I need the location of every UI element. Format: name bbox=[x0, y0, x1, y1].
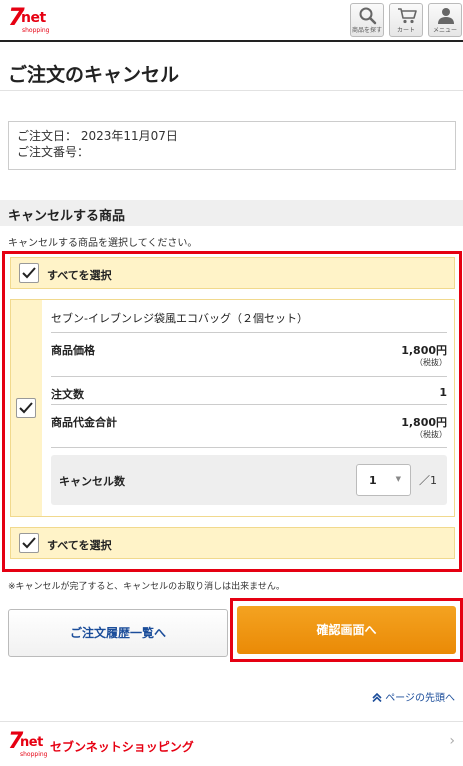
price-label: 商品価格 bbox=[51, 344, 95, 357]
page-title: ご注文のキャンセル bbox=[8, 64, 180, 86]
product-name: セブン-イレブンレジ袋風エコバッグ（２個セット） bbox=[51, 312, 308, 325]
total-row: 商品代金合計 1,800円 （税抜） bbox=[51, 404, 447, 448]
check-icon bbox=[22, 267, 36, 279]
price-value: 1,800円 bbox=[401, 344, 447, 357]
quantity-value: 1 bbox=[439, 386, 447, 399]
check-icon bbox=[22, 537, 36, 549]
select-all-top-label: すべてを選択 bbox=[47, 269, 112, 282]
price-row: 商品価格 1,800円 （税抜） bbox=[51, 332, 447, 376]
menu-button[interactable]: メニュー bbox=[428, 3, 462, 37]
site-logo[interactable]: 7 net shopping bbox=[8, 3, 50, 36]
total-label: 商品代金合計 bbox=[51, 416, 117, 429]
section-heading: キャンセルする商品 bbox=[0, 200, 463, 226]
page-top-label: ページの先頭へ bbox=[385, 693, 455, 704]
footer-logo[interactable]: 7 net shopping bbox=[8, 729, 48, 762]
double-chevron-up-icon bbox=[372, 692, 382, 703]
select-all-bottom-checkbox[interactable] bbox=[19, 533, 39, 553]
order-date: ご注文日： 2023年11月07日 bbox=[17, 129, 178, 143]
cancel-count-max: ／1 bbox=[419, 474, 437, 487]
order-info-box: ご注文日： 2023年11月07日 ご注文番号： bbox=[8, 121, 456, 170]
footer-logo-net: net bbox=[20, 735, 43, 750]
order-number: ご注文番号： bbox=[17, 145, 90, 159]
order-history-button[interactable]: ご注文履歴一覧へ bbox=[8, 609, 228, 657]
logo-net: net bbox=[21, 10, 46, 26]
cart-button[interactable]: カート bbox=[389, 3, 423, 37]
item-checkbox[interactable] bbox=[16, 398, 36, 418]
total-tax: （税抜） bbox=[415, 430, 447, 439]
select-all-bottom[interactable]: すべてを選択 bbox=[10, 527, 455, 559]
quantity-label: 注文数 bbox=[51, 388, 84, 401]
logo-shopping: shopping bbox=[22, 27, 50, 34]
cart-caption: カート bbox=[396, 27, 415, 34]
quantity-row: 注文数 1 bbox=[51, 376, 447, 406]
search-button[interactable]: 商品を探す bbox=[350, 3, 384, 37]
cancel-warning: ※キャンセルが完了すると、キャンセルのお取り消しは出来ません。 bbox=[8, 582, 285, 592]
page-top-link[interactable]: ページの先頭へ bbox=[372, 689, 455, 704]
chevron-right-icon[interactable]: › bbox=[449, 733, 455, 749]
menu-caption: メニュー bbox=[432, 27, 457, 34]
cancel-item-card: セブン-イレブンレジ袋風エコバッグ（２個セット） 商品価格 1,800円 （税抜… bbox=[10, 299, 455, 517]
cancel-count-value: 1 bbox=[369, 474, 377, 487]
footer-brand-name[interactable]: セブンネットショッピング bbox=[50, 738, 194, 755]
search-icon bbox=[359, 7, 377, 25]
cart-icon bbox=[398, 8, 417, 24]
cancel-count-box: キャンセル数 1 ▼ ／1 bbox=[51, 455, 447, 505]
confirm-button[interactable]: 確認画面へ bbox=[237, 606, 456, 654]
price-tax: （税抜） bbox=[415, 358, 447, 367]
chevron-down-icon: ▼ bbox=[395, 475, 401, 483]
row-divider bbox=[51, 447, 447, 448]
footer-divider bbox=[0, 721, 463, 722]
total-value: 1,800円 bbox=[401, 416, 447, 429]
check-icon bbox=[19, 402, 33, 414]
cancel-count-select[interactable]: 1 ▼ bbox=[356, 464, 411, 496]
cancel-count-label: キャンセル数 bbox=[59, 475, 125, 488]
footer-logo-shopping: shopping bbox=[20, 751, 48, 758]
app-header: 7 net shopping 商品を探す カート メニュー bbox=[0, 0, 463, 42]
select-all-bottom-label: すべてを選択 bbox=[47, 539, 112, 552]
section-note: キャンセルする商品を選択してください。 bbox=[8, 238, 198, 249]
search-caption: 商品を探す bbox=[351, 27, 382, 34]
select-all-top-checkbox[interactable] bbox=[19, 263, 39, 283]
user-icon bbox=[438, 8, 454, 24]
select-all-top[interactable]: すべてを選択 bbox=[10, 257, 455, 289]
title-divider bbox=[0, 90, 463, 91]
item-checkbox-column bbox=[11, 300, 42, 516]
